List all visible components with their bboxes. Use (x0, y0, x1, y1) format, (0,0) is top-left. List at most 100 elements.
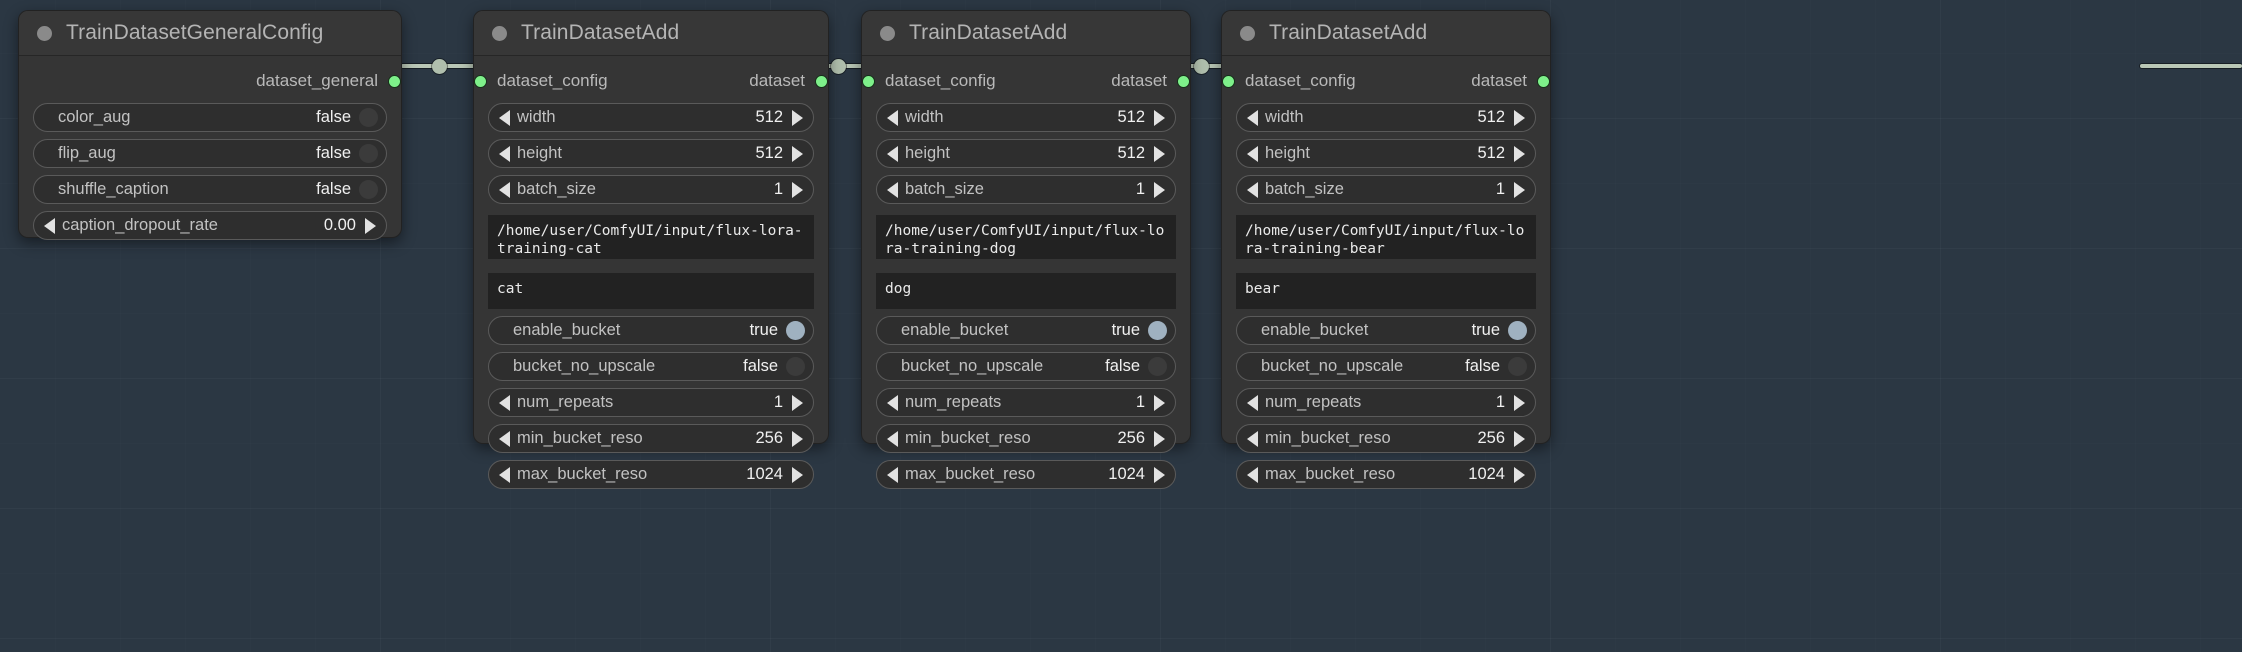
input-slot-dataset-config[interactable]: dataset_config (474, 71, 608, 91)
increment-arrow-icon[interactable] (792, 466, 803, 483)
widget-bucket-no-upscale[interactable]: bucket_no_upscale false (1236, 352, 1536, 381)
toggle-icon[interactable] (786, 321, 805, 340)
node-header[interactable]: TrainDatasetAdd (862, 11, 1190, 56)
toggle-icon[interactable] (359, 180, 378, 199)
widget-width[interactable]: width 512 (488, 103, 814, 132)
decrement-arrow-icon[interactable] (1247, 430, 1258, 447)
output-slot-dot-icon[interactable] (1537, 74, 1550, 88)
widget-height[interactable]: height 512 (1236, 139, 1536, 168)
input-slot-dataset-config[interactable]: dataset_config (1222, 71, 1356, 91)
widget-min-bucket-reso[interactable]: min_bucket_reso 256 (876, 424, 1176, 453)
input-slot-dot-icon[interactable] (862, 74, 875, 88)
decrement-arrow-icon[interactable] (1247, 394, 1258, 411)
widget-flip-aug[interactable]: flip_aug false (33, 139, 387, 168)
dataset-path-input[interactable]: /home/user/ComfyUI/input/flux-lora-train… (1236, 215, 1536, 259)
collapse-icon[interactable] (492, 25, 507, 41)
widget-min-bucket-reso[interactable]: min_bucket_reso 256 (488, 424, 814, 453)
widget-max-bucket-reso[interactable]: max_bucket_reso 1024 (488, 460, 814, 489)
node-train-dataset-add-bear[interactable]: TrainDatasetAdd dataset_config dataset w… (1221, 10, 1551, 489)
widget-bucket-no-upscale[interactable]: bucket_no_upscale false (876, 352, 1176, 381)
increment-arrow-icon[interactable] (792, 430, 803, 447)
decrement-arrow-icon[interactable] (887, 466, 898, 483)
input-slot-dot-icon[interactable] (474, 74, 487, 88)
widget-bucket-no-upscale[interactable]: bucket_no_upscale false (488, 352, 814, 381)
output-slot-dataset[interactable]: dataset (1471, 71, 1550, 91)
widget-enable-bucket[interactable]: enable_bucket true (876, 316, 1176, 345)
output-slot-dataset[interactable]: dataset (1111, 71, 1190, 91)
widget-color-aug[interactable]: color_aug false (33, 103, 387, 132)
increment-arrow-icon[interactable] (1514, 430, 1525, 447)
decrement-arrow-icon[interactable] (1247, 181, 1258, 198)
decrement-arrow-icon[interactable] (499, 466, 510, 483)
widget-num-repeats[interactable]: num_repeats 1 (488, 388, 814, 417)
increment-arrow-icon[interactable] (1514, 394, 1525, 411)
widget-height[interactable]: height 512 (488, 139, 814, 168)
output-slot-dot-icon[interactable] (815, 74, 828, 88)
widget-max-bucket-reso[interactable]: max_bucket_reso 1024 (876, 460, 1176, 489)
widget-max-bucket-reso[interactable]: max_bucket_reso 1024 (1236, 460, 1536, 489)
decrement-arrow-icon[interactable] (499, 430, 510, 447)
decrement-arrow-icon[interactable] (1247, 145, 1258, 162)
increment-arrow-icon[interactable] (1154, 109, 1165, 126)
collapse-icon[interactable] (37, 25, 52, 41)
toggle-icon[interactable] (1508, 321, 1527, 340)
toggle-icon[interactable] (359, 108, 378, 127)
increment-arrow-icon[interactable] (1514, 466, 1525, 483)
decrement-arrow-icon[interactable] (1247, 466, 1258, 483)
decrement-arrow-icon[interactable] (499, 181, 510, 198)
class-tokens-input[interactable]: dog (876, 273, 1176, 309)
increment-arrow-icon[interactable] (1514, 145, 1525, 162)
node-header[interactable]: TrainDatasetAdd (1222, 11, 1550, 56)
decrement-arrow-icon[interactable] (499, 109, 510, 126)
widget-width[interactable]: width 512 (1236, 103, 1536, 132)
class-tokens-input[interactable]: bear (1236, 273, 1536, 309)
increment-arrow-icon[interactable] (792, 394, 803, 411)
toggle-icon[interactable] (1508, 357, 1527, 376)
output-slot-dot-icon[interactable] (388, 74, 401, 88)
widget-num-repeats[interactable]: num_repeats 1 (1236, 388, 1536, 417)
widget-num-repeats[interactable]: num_repeats 1 (876, 388, 1176, 417)
class-tokens-input[interactable]: cat (488, 273, 814, 309)
increment-arrow-icon[interactable] (792, 181, 803, 198)
node-header[interactable]: TrainDatasetAdd (474, 11, 828, 56)
increment-arrow-icon[interactable] (1154, 394, 1165, 411)
decrement-arrow-icon[interactable] (44, 217, 55, 234)
node-train-dataset-add-dog[interactable]: TrainDatasetAdd dataset_config dataset w… (861, 10, 1191, 489)
dataset-path-input[interactable]: /home/user/ComfyUI/input/flux-lora-train… (488, 215, 814, 259)
collapse-icon[interactable] (880, 25, 895, 41)
widget-enable-bucket[interactable]: enable_bucket true (488, 316, 814, 345)
widget-width[interactable]: width 512 (876, 103, 1176, 132)
input-slot-dataset-config[interactable]: dataset_config (862, 71, 996, 91)
toggle-icon[interactable] (1148, 357, 1167, 376)
increment-arrow-icon[interactable] (1154, 181, 1165, 198)
toggle-icon[interactable] (1148, 321, 1167, 340)
decrement-arrow-icon[interactable] (499, 145, 510, 162)
input-slot-dot-icon[interactable] (1222, 74, 1235, 88)
output-slot-dataset-general[interactable]: dataset_general (256, 71, 401, 91)
increment-arrow-icon[interactable] (1154, 145, 1165, 162)
increment-arrow-icon[interactable] (792, 109, 803, 126)
increment-arrow-icon[interactable] (792, 145, 803, 162)
output-slot-dataset[interactable]: dataset (749, 71, 828, 91)
collapse-icon[interactable] (1240, 25, 1255, 41)
node-train-dataset-add-cat[interactable]: TrainDatasetAdd dataset_config dataset w… (473, 10, 829, 489)
widget-batch-size[interactable]: batch_size 1 (488, 175, 814, 204)
increment-arrow-icon[interactable] (1154, 430, 1165, 447)
widget-batch-size[interactable]: batch_size 1 (1236, 175, 1536, 204)
widget-enable-bucket[interactable]: enable_bucket true (1236, 316, 1536, 345)
widget-height[interactable]: height 512 (876, 139, 1176, 168)
increment-arrow-icon[interactable] (1514, 109, 1525, 126)
increment-arrow-icon[interactable] (365, 217, 376, 234)
dataset-path-input[interactable]: /home/user/ComfyUI/input/flux-lora-train… (876, 215, 1176, 259)
toggle-icon[interactable] (786, 357, 805, 376)
decrement-arrow-icon[interactable] (499, 394, 510, 411)
widget-batch-size[interactable]: batch_size 1 (876, 175, 1176, 204)
decrement-arrow-icon[interactable] (887, 145, 898, 162)
output-slot-dot-icon[interactable] (1177, 74, 1190, 88)
increment-arrow-icon[interactable] (1154, 466, 1165, 483)
decrement-arrow-icon[interactable] (1247, 109, 1258, 126)
decrement-arrow-icon[interactable] (887, 430, 898, 447)
decrement-arrow-icon[interactable] (887, 181, 898, 198)
toggle-icon[interactable] (359, 144, 378, 163)
node-header[interactable]: TrainDatasetGeneralConfig (19, 11, 401, 56)
